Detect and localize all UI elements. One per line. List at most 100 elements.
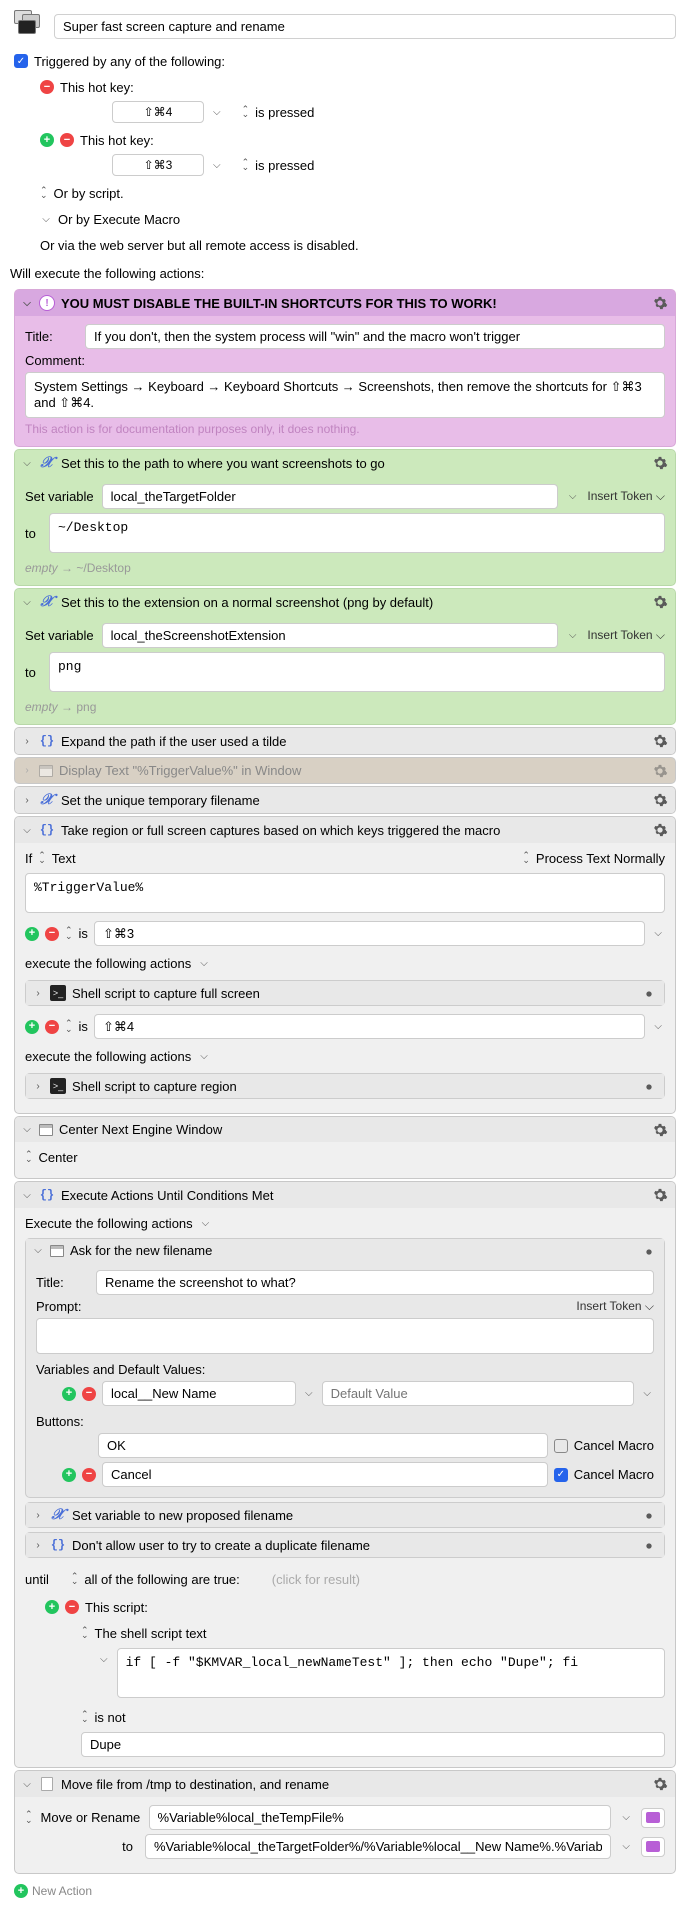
action-display-text-disabled[interactable]: › Display Text "%TriggerValue%" in Windo… xyxy=(14,757,676,784)
add-condition[interactable]: + xyxy=(25,1020,39,1034)
chevron-down-icon[interactable]: ⌵ xyxy=(197,1051,211,1062)
remove-trigger-2[interactable]: − xyxy=(60,133,74,147)
updown-icon[interactable] xyxy=(81,1628,89,1639)
chevron-down-icon[interactable]: ⌵ xyxy=(619,1812,633,1823)
default-value-input[interactable] xyxy=(322,1381,635,1406)
gear-icon[interactable] xyxy=(651,732,669,750)
insert-token-button[interactable]: Insert Token ⌵ xyxy=(587,489,665,504)
nested-shell-1[interactable]: › >_ Shell script to capture full screen xyxy=(25,980,665,1006)
action-set-temp-filename[interactable]: › 𝒳 Set the unique temporary filename xyxy=(14,786,676,814)
add-condition[interactable]: + xyxy=(25,927,39,941)
center-label[interactable]: Center xyxy=(39,1150,78,1165)
gear-icon[interactable] xyxy=(651,762,669,780)
disclosure-icon[interactable]: ⌵ xyxy=(21,298,33,309)
updown-icon[interactable] xyxy=(242,160,250,171)
chevron-down-icon[interactable]: ⌵ xyxy=(199,1218,213,1229)
prompt-title-input[interactable] xyxy=(96,1270,654,1295)
chevron-down-icon[interactable]: ⌵ xyxy=(640,1388,654,1399)
gear-icon[interactable] xyxy=(640,985,658,1003)
updown-icon[interactable] xyxy=(65,928,73,939)
comment-text[interactable]: System Settings → Keyboard → Keyboard Sh… xyxy=(25,372,665,418)
shell-script-text-label[interactable]: The shell script text xyxy=(95,1626,207,1641)
gear-icon[interactable] xyxy=(651,1775,669,1793)
action-loop-until[interactable]: ⌵ {} Execute Actions Until Conditions Me… xyxy=(14,1181,676,1768)
gear-icon[interactable] xyxy=(651,454,669,472)
gear-icon[interactable] xyxy=(640,1537,658,1555)
dest-path-input[interactable] xyxy=(145,1834,611,1859)
updown-icon[interactable] xyxy=(65,1021,73,1032)
updown-icon[interactable] xyxy=(38,853,46,864)
disclosure-icon[interactable]: ⌵ xyxy=(40,214,52,225)
action-set-variable-ext[interactable]: ⌵ 𝒳 Set this to the extension on a norma… xyxy=(14,588,676,725)
disclosure-icon[interactable]: › xyxy=(21,736,33,747)
remove-variable[interactable]: − xyxy=(82,1387,96,1401)
disclosure-icon[interactable]: ⌵ xyxy=(21,1190,33,1201)
chevron-down-icon[interactable]: ⌵ xyxy=(210,160,224,171)
disclosure-icon[interactable]: › xyxy=(21,795,33,806)
remove-until-condition[interactable]: − xyxy=(65,1600,79,1614)
gear-icon[interactable] xyxy=(651,791,669,809)
gear-icon[interactable] xyxy=(651,1186,669,1204)
disclosure-icon[interactable]: › xyxy=(32,988,44,999)
hotkey-1-state[interactable]: is pressed xyxy=(255,105,314,120)
action-comment[interactable]: ⌵ ! YOU MUST DISABLE THE BUILT-IN SHORTC… xyxy=(14,289,676,447)
dupe-value-input[interactable] xyxy=(81,1732,665,1757)
disclosure-icon[interactable]: › xyxy=(32,1081,44,1092)
trigger-value-input[interactable]: %TriggerValue% xyxy=(25,873,665,913)
gear-icon[interactable] xyxy=(640,1078,658,1096)
updown-icon[interactable] xyxy=(81,1712,89,1723)
new-action-button[interactable]: + New Action xyxy=(0,1876,690,1906)
chevron-down-icon[interactable]: ⌵ xyxy=(566,491,580,502)
chevron-down-icon[interactable]: ⌵ xyxy=(651,928,665,939)
button-1-input[interactable] xyxy=(98,1433,548,1458)
updown-icon[interactable] xyxy=(25,1152,33,1163)
updown-icon[interactable] xyxy=(242,107,250,118)
text-label[interactable]: Text xyxy=(52,851,76,866)
chevron-down-icon[interactable]: ⌵ xyxy=(97,1648,111,1665)
cancel-macro-checkbox-2[interactable]: ✓ xyxy=(554,1468,568,1482)
all-true-label[interactable]: all of the following are true: xyxy=(84,1572,239,1587)
disclosure-icon[interactable]: › xyxy=(21,765,33,776)
is-label[interactable]: is xyxy=(79,1019,88,1034)
updown-icon[interactable] xyxy=(71,1574,79,1585)
variable-value-input[interactable]: png xyxy=(49,652,665,692)
gear-icon[interactable] xyxy=(651,294,669,312)
disclosure-icon[interactable]: ⌵ xyxy=(21,1779,33,1790)
is-not-label[interactable]: is not xyxy=(95,1710,126,1725)
chevron-down-icon[interactable]: ⌵ xyxy=(197,958,211,969)
nested-ask-filename[interactable]: ⌵ Ask for the new filename Title: Prompt… xyxy=(25,1238,665,1498)
chevron-down-icon[interactable]: ⌵ xyxy=(651,1021,665,1032)
disclosure-icon[interactable]: ⌵ xyxy=(21,597,33,608)
add-button[interactable]: + xyxy=(62,1468,76,1482)
condition-value-2[interactable] xyxy=(94,1014,645,1039)
gear-icon[interactable] xyxy=(651,821,669,839)
triggered-checkbox[interactable]: ✓ xyxy=(14,54,28,68)
action-center-window[interactable]: ⌵ Center Next Engine Window Center xyxy=(14,1116,676,1179)
variable-name-input[interactable] xyxy=(102,484,558,509)
is-label[interactable]: is xyxy=(79,926,88,941)
updown-icon[interactable] xyxy=(522,853,530,864)
action-move-file[interactable]: ⌵ Move file from /tmp to destination, an… xyxy=(14,1770,676,1874)
disclosure-icon[interactable]: ⌵ xyxy=(21,458,33,469)
disclosure-icon[interactable]: › xyxy=(32,1510,44,1521)
gear-icon[interactable] xyxy=(640,1243,658,1261)
browse-folder-button[interactable] xyxy=(641,1808,665,1828)
nested-shell-2[interactable]: › >_ Shell script to capture region xyxy=(25,1073,665,1099)
disclosure-icon[interactable]: ⌵ xyxy=(21,1124,33,1135)
action-set-variable-folder[interactable]: ⌵ 𝒳 Set this to the path to where you wa… xyxy=(14,449,676,586)
disclosure-icon[interactable]: ⌵ xyxy=(32,1245,44,1256)
shell-code-input[interactable]: if [ -f "$KMVAR_local_newNameTest" ]; th… xyxy=(117,1648,665,1698)
action-expand-path[interactable]: › {} Expand the path if the user used a … xyxy=(14,727,676,755)
browse-folder-button[interactable] xyxy=(641,1837,665,1857)
macro-title-input[interactable] xyxy=(54,14,676,39)
variable-value-input[interactable]: ~/Desktop xyxy=(49,513,665,553)
remove-condition[interactable]: − xyxy=(45,927,59,941)
hotkey-1-field[interactable]: ⇧⌘4 xyxy=(112,101,204,123)
add-variable[interactable]: + xyxy=(62,1387,76,1401)
chevron-down-icon[interactable]: ⌵ xyxy=(566,630,580,641)
gear-icon[interactable] xyxy=(651,593,669,611)
move-rename-label[interactable]: Move or Rename xyxy=(41,1810,141,1825)
hotkey-2-field[interactable]: ⇧⌘3 xyxy=(112,154,204,176)
disclosure-icon[interactable]: › xyxy=(32,1540,44,1551)
source-path-input[interactable] xyxy=(149,1805,612,1830)
